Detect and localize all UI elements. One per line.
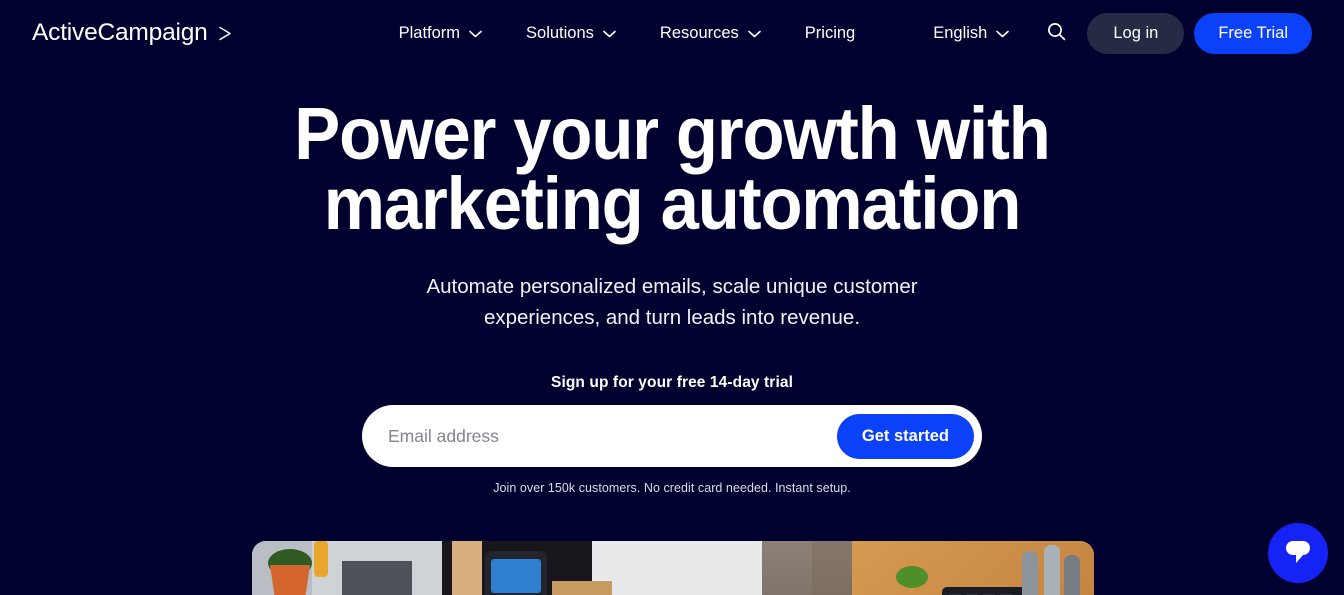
chevron-down-icon (603, 24, 616, 43)
nav-item-label: Solutions (526, 23, 594, 42)
nav-item-label: Pricing (804, 23, 856, 42)
language-selector[interactable]: English (923, 16, 1019, 51)
chat-bubble-icon (1283, 538, 1313, 569)
chevron-right-arrow-icon (216, 24, 235, 43)
search-button[interactable] (1037, 14, 1075, 52)
hero-title-line-1: Power your growth with (294, 92, 1051, 175)
login-button[interactable]: Log in (1087, 12, 1185, 54)
chat-launcher-button[interactable] (1268, 523, 1328, 583)
hero-title-line-2: marketing automation (323, 162, 1022, 246)
chevron-down-icon (747, 24, 761, 43)
hero-subtitle: Automate personalized emails, scale uniq… (0, 271, 1344, 335)
nav-item-pricing[interactable]: Pricing (783, 17, 877, 50)
nav-item-resources[interactable]: Resources (638, 16, 783, 51)
signup-form-label: Sign up for your free 14-day trial (551, 374, 793, 392)
email-field[interactable] (388, 413, 837, 460)
search-icon (1047, 22, 1066, 44)
site-header: ActiveCampaign Platform Solutions Resour… (0, 0, 1344, 66)
hero-subtitle-line-1: Automate personalized emails, scale uniq… (426, 274, 918, 298)
hero-subtitle-line-2: experiences, and turn leads into revenue… (483, 306, 861, 330)
nav-item-solutions[interactable]: Solutions (504, 16, 638, 51)
nav-item-label: Resources (659, 23, 739, 42)
chevron-down-icon (996, 24, 1010, 43)
primary-navigation: Platform Solutions Resources Pricing (377, 16, 878, 51)
hero-image-artwork (252, 541, 1094, 595)
signup-fineprint: Join over 150k customers. No credit card… (493, 481, 851, 496)
brand-logo[interactable]: ActiveCampaign (32, 19, 235, 47)
nav-item-platform[interactable]: Platform (377, 16, 504, 51)
hero-section: Power your growth with marketing automat… (0, 66, 1344, 495)
chevron-down-icon (469, 24, 482, 43)
hero-image (252, 541, 1094, 595)
get-started-button[interactable]: Get started (836, 413, 974, 459)
header-actions: English Log in Free Trial (923, 12, 1312, 54)
page-title: Power your growth with marketing automat… (47, 92, 1297, 246)
brand-name: ActiveCampaign (32, 19, 208, 46)
signup-form: Get started (362, 405, 982, 468)
language-label: English (933, 23, 988, 42)
free-trial-button[interactable]: Free Trial (1194, 12, 1312, 54)
nav-item-label: Platform (398, 23, 461, 42)
